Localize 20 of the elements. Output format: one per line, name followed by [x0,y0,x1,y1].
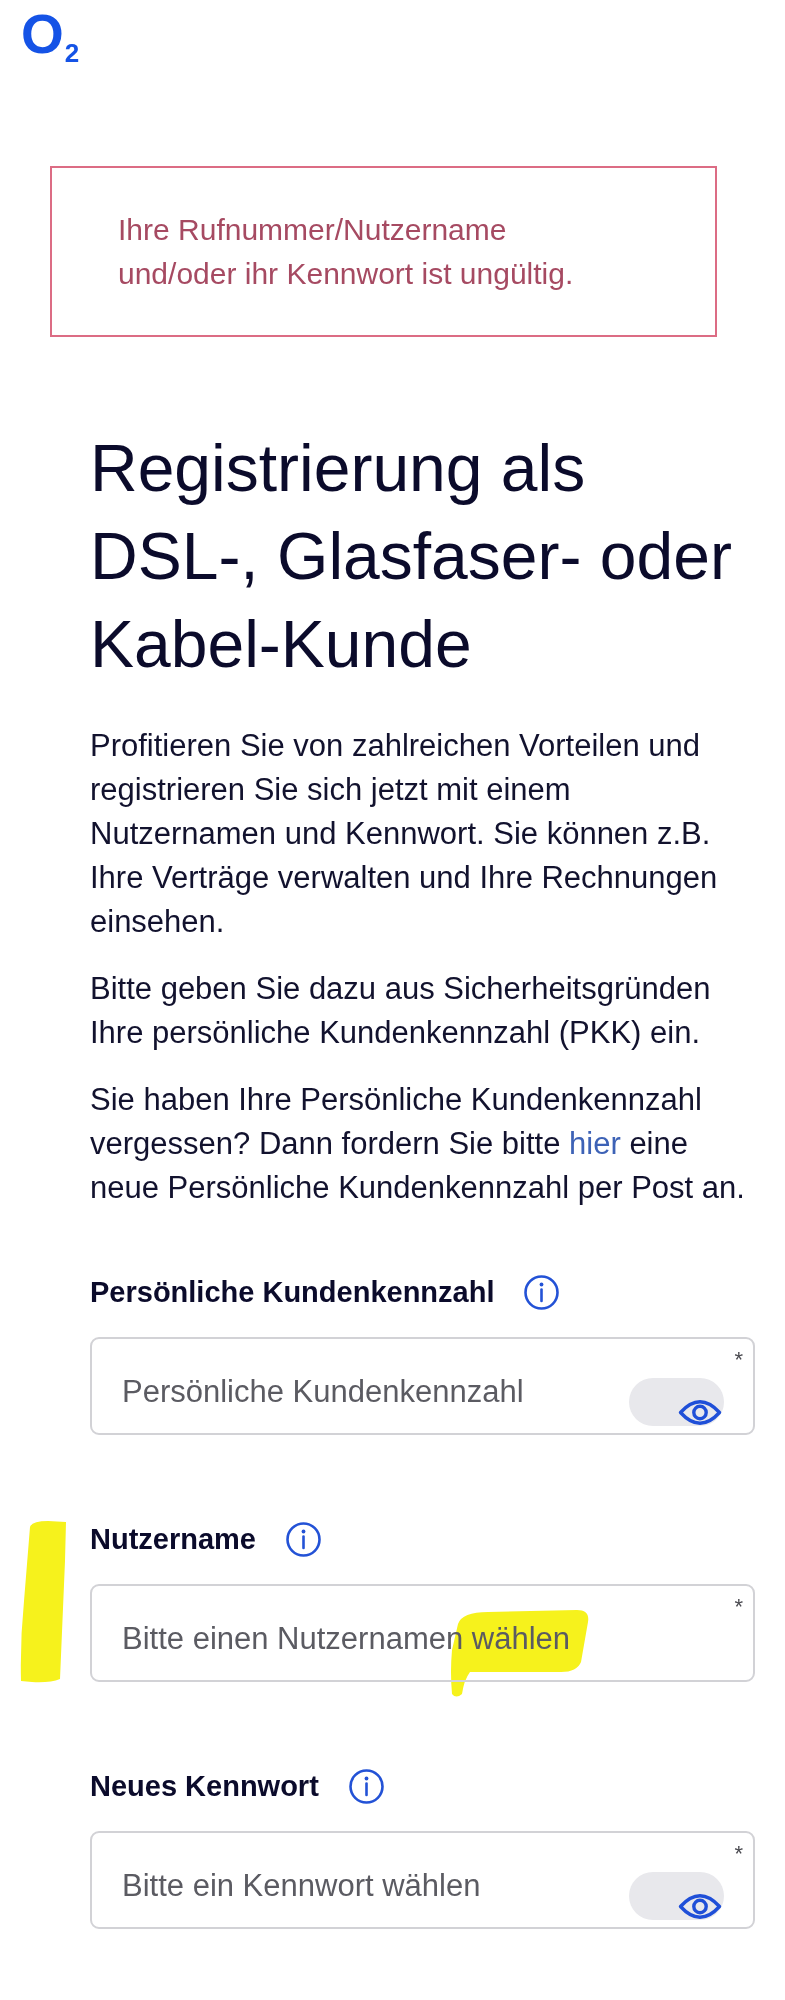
error-message: Ihre Rufnummer/Nutzername und/oder ihr Kennwort ist ungültig. [50,166,717,337]
show-password-button[interactable] [629,1872,724,1920]
eye-icon [678,1399,722,1426]
field-label: Neues Kennwort [90,1769,319,1804]
required-marker: * [734,1843,743,1865]
info-paragraph: Profitieren Sie von zahlreichen Vorteilen und registrieren Sie sich jetzt mit einem Nutzernamen und Kennwort. Sie können z.B. Ihre Verträge verwalten und Ihre Rechnungen einsehen. [90,727,719,941]
info-paragraph: Bitte geben Sie dazu aus Sicherheitsgründen Ihre persönliche Kundenkennzahl (PKK) ein. [90,970,712,1052]
page-heading: Registrierung als DSL-, Glasfaser- oder Kabel-Kunde [90,430,733,683]
info-paragraph: Sie haben Ihre Persönliche Kundenkennzahl vergessen? Dann fordern Sie bitte hier eine neue Persönliche Kundenkennzahl per Post an. [90,1081,746,1207]
info-icon[interactable] [348,1768,384,1804]
field-label: Persönliche Kundenkennzahl [90,1275,495,1310]
info-icon[interactable] [286,1521,321,1557]
required-marker: * [734,1596,743,1618]
eye-icon [678,1893,722,1920]
link[interactable]: hier [569,1126,621,1161]
show-password-button[interactable] [629,1378,724,1426]
logo[interactable]: O$_{2}$ [21,7,80,62]
field-label: Nutzername [90,1522,256,1557]
info-icon[interactable] [524,1274,560,1310]
required-marker: * [734,1349,743,1371]
